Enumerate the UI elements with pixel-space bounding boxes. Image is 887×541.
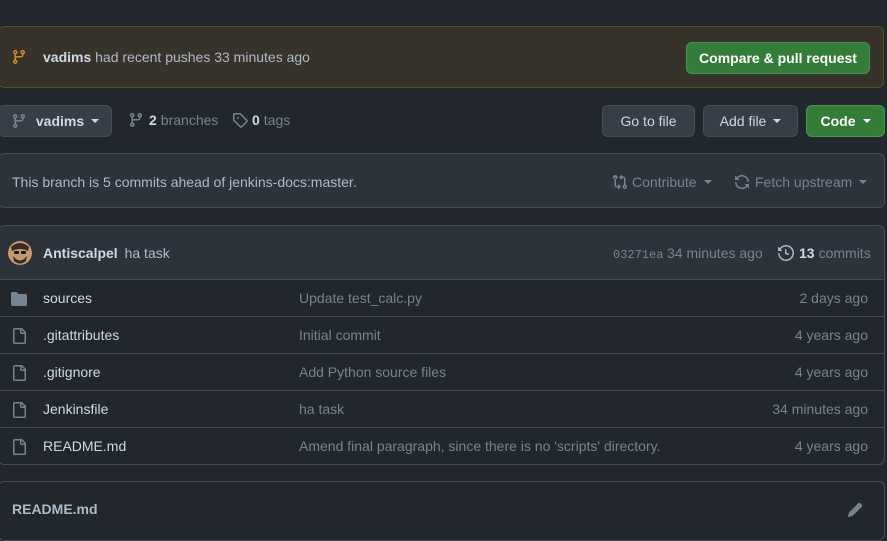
- file-commit-date: 4 years ago: [794, 364, 868, 380]
- file-commit-message-link[interactable]: Initial commit: [299, 327, 381, 343]
- chevron-down-icon: [773, 119, 782, 123]
- add-file-button[interactable]: Add file: [703, 105, 798, 137]
- chevron-down-icon: [859, 180, 868, 184]
- contribute-label: Contribute: [632, 174, 697, 190]
- chevron-down-icon: [91, 119, 100, 123]
- file-icon: [11, 328, 27, 347]
- file-icon: [11, 365, 27, 384]
- file-commit-message-link[interactable]: Update test_calc.py: [299, 290, 422, 306]
- git-compare-icon: [612, 174, 628, 190]
- file-row[interactable]: .gitignore Add Python source files 4 yea…: [0, 354, 884, 391]
- tags-count: 0: [252, 112, 260, 128]
- chevron-down-icon: [703, 180, 712, 184]
- contribute-dropdown[interactable]: Contribute: [612, 174, 712, 190]
- fetch-upstream-dropdown[interactable]: Fetch upstream: [734, 174, 868, 190]
- file-row[interactable]: .gitattributes Initial commit 4 years ag…: [0, 317, 884, 354]
- git-branch-icon: [11, 49, 27, 68]
- avatar[interactable]: [8, 241, 32, 265]
- readme-title: README.md: [12, 501, 98, 517]
- code-button[interactable]: Code: [806, 105, 885, 137]
- file-icon: [11, 402, 27, 421]
- history-icon: [778, 245, 794, 261]
- file-name-link[interactable]: Jenkinsfile: [43, 401, 108, 417]
- push-message: vadims had recent pushes 33 minutes ago: [43, 49, 310, 65]
- file-commit-date: 2 days ago: [799, 290, 869, 306]
- file-name-link[interactable]: .gitattributes: [43, 327, 119, 343]
- commit-time: 34 minutes ago: [667, 245, 763, 261]
- file-commit-date: 34 minutes ago: [772, 401, 868, 417]
- branches-label: branches: [160, 112, 219, 128]
- commits-count: 13: [799, 245, 815, 261]
- push-text: had recent pushes 33 minutes ago: [95, 49, 310, 65]
- file-icon: [11, 439, 27, 458]
- file-name-link[interactable]: README.md: [43, 438, 126, 454]
- branch-comparison-box: This branch is 5 commits ahead of jenkin…: [0, 153, 885, 208]
- commit-sha-link[interactable]: 03271ea: [613, 248, 663, 262]
- fetch-upstream-label: Fetch upstream: [755, 174, 853, 190]
- git-branch-icon: [128, 112, 144, 128]
- file-name-link[interactable]: sources: [43, 290, 92, 306]
- file-row[interactable]: Jenkinsfile ha task 34 minutes ago: [0, 391, 884, 428]
- commit-summary: Antiscalpel ha task: [43, 245, 170, 261]
- tags-link[interactable]: 0 tags: [232, 112, 290, 128]
- sync-icon: [734, 174, 750, 190]
- file-commit-date: 4 years ago: [794, 327, 868, 343]
- branches-count: 2: [149, 112, 157, 128]
- file-row[interactable]: sources Update test_calc.py 2 days ago: [0, 280, 884, 317]
- commits-ahead-text: This branch is 5 commits ahead of jenkin…: [12, 174, 357, 190]
- pencil-icon[interactable]: [847, 502, 863, 521]
- file-row[interactable]: README.md Amend final paragraph, since t…: [0, 428, 884, 464]
- branches-link[interactable]: 2 branches: [128, 112, 218, 128]
- tags-label: tags: [263, 112, 291, 128]
- git-branch-icon: [11, 113, 27, 129]
- file-commit-message-link[interactable]: Amend final paragraph, since there is no…: [299, 438, 660, 454]
- recent-push-banner: vadims had recent pushes 33 minutes ago …: [0, 26, 884, 88]
- commits-label: commits: [818, 245, 871, 261]
- file-name-link[interactable]: .gitignore: [43, 364, 101, 380]
- folder-icon: [11, 291, 27, 310]
- go-to-file-button[interactable]: Go to file: [602, 105, 695, 137]
- commit-author-link[interactable]: Antiscalpel: [43, 245, 118, 261]
- commit-message-link[interactable]: ha task: [125, 245, 170, 261]
- commits-history-link[interactable]: 13 commits: [778, 245, 871, 261]
- add-file-label: Add file: [719, 113, 767, 129]
- file-commit-message-link[interactable]: Add Python source files: [299, 364, 446, 380]
- readme-box: README.md: [0, 481, 885, 541]
- chevron-down-icon: [862, 119, 871, 123]
- latest-commit-header: Antiscalpel ha task 03271ea 34 minutes a…: [0, 226, 884, 280]
- compare-pull-request-button[interactable]: Compare & pull request: [686, 42, 870, 74]
- code-label: Code: [820, 113, 856, 129]
- branch-name: vadims: [35, 113, 85, 129]
- push-user-link[interactable]: vadims: [43, 49, 91, 65]
- file-commit-date: 4 years ago: [794, 438, 868, 454]
- branch-selector-button[interactable]: vadims: [0, 105, 112, 137]
- file-commit-message-link[interactable]: ha task: [299, 401, 344, 417]
- tag-icon: [232, 112, 248, 128]
- file-table: Antiscalpel ha task 03271ea 34 minutes a…: [0, 225, 885, 465]
